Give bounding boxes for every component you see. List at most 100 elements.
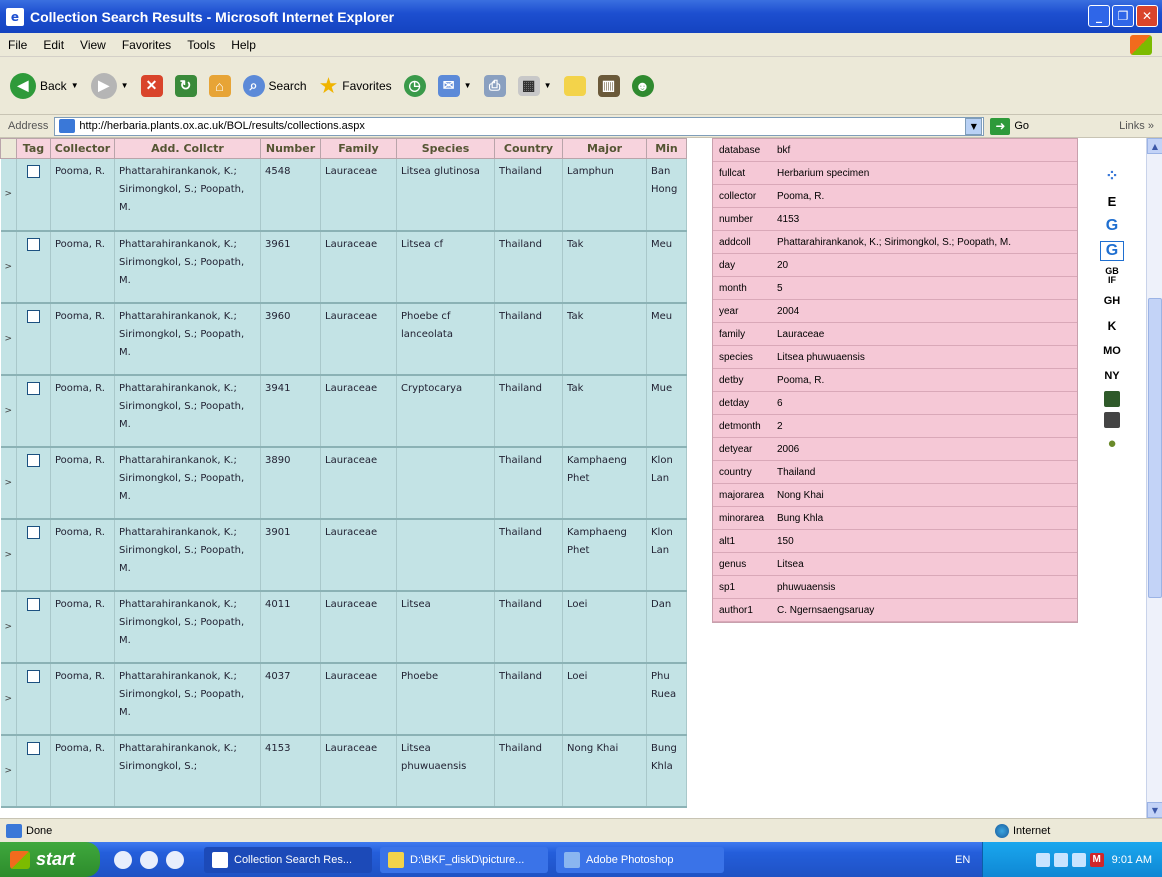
print-button[interactable]: ⎙ [483,74,506,97]
row-selector-icon[interactable]: > [0,590,17,664]
tag-checkbox[interactable] [27,669,40,683]
detail-key: species [719,351,753,363]
table-row[interactable]: > Pooma, R. Phattarahirankanok, K.; Sirimo… [0,374,687,448]
row-selector-icon[interactable]: > [0,518,17,592]
start-button[interactable]: start [0,842,100,877]
row-selector-icon[interactable]: > [0,230,17,304]
edit-icon: ▦ [517,75,540,96]
scroll-up-icon[interactable]: ▲ [1147,138,1162,154]
link-e[interactable]: E [1100,191,1124,211]
row-selector-icon[interactable]: > [0,374,17,448]
messenger-button[interactable]: ☻ [631,74,654,97]
header-tag[interactable]: Tag [16,138,51,159]
table-row[interactable]: > Pooma, R. Phattarahirankanok, K.; Sirimo… [0,302,687,376]
row-selector-icon[interactable]: > [0,446,17,520]
home-button[interactable]: ⌂ [208,74,231,97]
header-collector[interactable]: Collector [50,138,115,159]
forward-button[interactable]: ▶ ▼ [90,72,129,99]
link-gh[interactable]: GH [1100,291,1124,311]
app-quicklaunch-icon[interactable] [166,850,184,869]
maximize-button[interactable]: ❐ [1112,5,1134,27]
header-number[interactable]: Number [260,138,321,159]
menu-help[interactable]: Help [223,38,264,52]
task-folder[interactable]: D:\BKF_diskD\picture... [380,846,548,873]
address-url[interactable]: http://herbaria.plants.ox.ac.uk/BOL/resu… [79,120,365,132]
search-button[interactable]: ⌕ Search [242,74,307,97]
header-country[interactable]: Country [494,138,563,159]
volume-tray-icon[interactable] [1053,852,1068,867]
tag-checkbox[interactable] [27,741,40,755]
go-button[interactable]: ➜ Go [990,117,1029,135]
menu-edit[interactable]: Edit [35,38,72,52]
row-selector-icon[interactable]: > [0,734,17,808]
table-row[interactable]: > Pooma, R. Phattarahirankanok, K.; Sirimo… [0,446,687,520]
link-g[interactable]: G [1100,216,1124,236]
links-button[interactable]: Links » [1119,120,1154,132]
language-indicator[interactable]: EN [955,854,970,866]
vertical-scrollbar[interactable]: ▲ ▼ [1146,138,1162,818]
tag-checkbox[interactable] [27,165,40,178]
discuss-button[interactable] [563,75,586,96]
task-collection-search[interactable]: Collection Search Res... [204,846,372,873]
table-row[interactable]: > Pooma, R. Phattarahirankanok, K.; Sirimo… [0,230,687,304]
monitor-tray-icon[interactable] [1071,852,1086,867]
menu-favorites[interactable]: Favorites [114,38,179,52]
address-input[interactable]: http://herbaria.plants.ox.ac.uk/BOL/resu… [54,116,985,136]
tag-checkbox[interactable] [27,525,40,539]
scroll-thumb[interactable] [1148,298,1162,598]
tag-checkbox[interactable] [27,597,40,611]
favorites-button[interactable]: ★ Favorites [319,73,392,99]
menu-tools[interactable]: Tools [179,38,223,52]
back-button[interactable]: ◀ Back ▼ [10,72,79,99]
table-row[interactable]: > Pooma, R. Phattarahirankanok, K.; Sirimo… [0,662,687,736]
network-tray-icon[interactable] [1035,852,1050,867]
header-addcollctr[interactable]: Add. Collctr [114,138,261,159]
ie-quicklaunch-icon[interactable] [114,850,132,869]
header-major[interactable]: Major [562,138,647,159]
research-button[interactable]: ▥ [597,74,620,97]
map-icon[interactable] [1104,391,1120,407]
row-selector-icon[interactable]: > [0,158,17,232]
m-tray-icon[interactable]: M [1089,852,1104,867]
browser-quicklaunch-icon[interactable] [140,850,158,869]
close-button[interactable]: ✕ [1136,5,1158,27]
tag-checkbox[interactable] [27,453,40,467]
tag-checkbox[interactable] [27,381,40,395]
table-row[interactable]: > Pooma, R. Phattarahirankanok, K.; Sirimo… [0,158,687,232]
cell-country: Thailand [494,158,563,232]
cell-species [396,518,495,592]
stop-button[interactable]: ✕ [140,74,163,97]
cell-number: 4011 [260,590,321,664]
link-gbif[interactable]: GB IF [1102,266,1122,286]
refresh-button[interactable]: ↻ [174,74,197,97]
row-selector-icon[interactable]: > [0,302,17,376]
address-dropdown-icon[interactable]: ▼ [965,117,983,135]
table-row[interactable]: > Pooma, R. Phattarahirankanok, K.; Sirimo… [0,734,687,808]
link-g-boxed[interactable]: G [1100,241,1124,261]
header-species[interactable]: Species [396,138,495,159]
scroll-down-icon[interactable]: ▼ [1147,802,1162,818]
table-row[interactable]: > Pooma, R. Phattarahirankanok, K.; Sirimo… [0,590,687,664]
link-k[interactable]: K [1100,316,1124,336]
link-mo[interactable]: MO [1100,341,1124,361]
history-button[interactable]: ◷ [403,74,426,97]
table-row[interactable]: > Pooma, R. Phattarahirankanok, K.; Sirimo… [0,518,687,592]
row-selector-icon[interactable]: > [0,662,17,736]
header-min[interactable]: Min [646,138,687,159]
edit-button[interactable]: ▦ ▼ [517,75,552,96]
tag-checkbox[interactable] [27,237,40,251]
mail-button[interactable]: ✉ ▼ [437,74,472,97]
menu-file[interactable]: File [0,38,35,52]
detail-value: 20 [777,259,789,271]
header-family[interactable]: Family [320,138,397,159]
earth-icon[interactable]: ● [1100,433,1124,453]
gbif-dots-icon[interactable]: ⁘ [1100,166,1124,186]
image-icon[interactable] [1104,412,1120,428]
link-ny[interactable]: NY [1100,366,1124,386]
detail-value: Nong Khai [777,489,824,501]
minimize-button[interactable]: _ [1088,5,1110,27]
menu-view[interactable]: View [72,38,114,52]
task-photoshop[interactable]: Adobe Photoshop [556,846,724,873]
tag-checkbox[interactable] [27,309,40,323]
cell-addcoll: Phattarahirankanok, K.; Sirimongkol, S.;… [114,518,261,592]
